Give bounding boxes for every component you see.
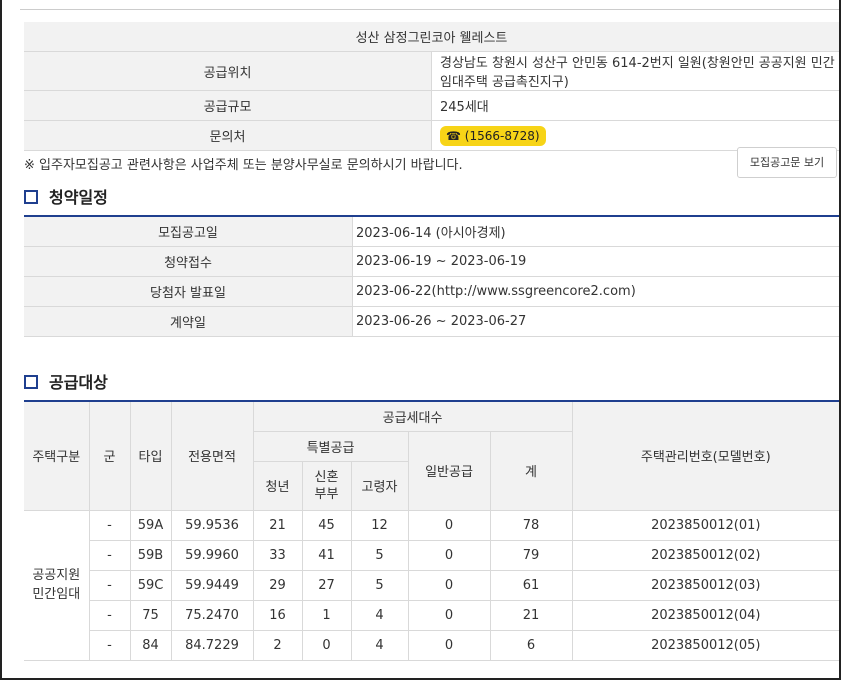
schedule-label: 당첨자 발표일 bbox=[24, 276, 353, 307]
schedule-label: 청약접수 bbox=[24, 246, 353, 277]
header-area: 전용면적 bbox=[170, 400, 254, 511]
table-row: 공공지원 민간임대 - 59A 59.9536 21 45 12 0 78 20… bbox=[24, 509, 840, 661]
table-row: - 59C 59.9449 29 27 5 0 61 2023850012(03… bbox=[24, 569, 840, 601]
schedule-row: 청약접수 2023-06-19 ~ 2023-06-19 bbox=[24, 246, 839, 277]
table-row: - 59B 59.9960 33 41 5 0 79 2023850012(02… bbox=[24, 539, 840, 571]
mgmt-no-cell: 2023850012(05) bbox=[571, 629, 840, 661]
group-cell: - bbox=[89, 599, 131, 631]
header-newlywed: 신혼 부부 bbox=[301, 460, 352, 511]
general-cell: 0 bbox=[407, 569, 491, 601]
square-bullet-icon bbox=[24, 189, 38, 204]
top-divider bbox=[20, 9, 839, 10]
type-cell: 75 bbox=[129, 599, 172, 631]
complex-info-table: 성산 삼정그린코아 웰레스트 공급위치 경상남도 창원시 성산구 안민동 614… bbox=[24, 22, 839, 151]
contact-phone-badge[interactable]: ☎ (1566-8728) bbox=[440, 125, 546, 146]
group-cell: - bbox=[88, 509, 131, 541]
header-total: 계 bbox=[489, 430, 573, 511]
schedule-value: 2023-06-14 (아시아경제) bbox=[352, 216, 839, 247]
area-cell: 59.9536 bbox=[170, 509, 254, 541]
newlywed-cell: 1 bbox=[301, 599, 352, 631]
info-label: 문의처 bbox=[24, 120, 432, 151]
elderly-cell: 4 bbox=[350, 629, 409, 661]
info-row: 문의처 ☎ (1566-8728) bbox=[24, 120, 839, 151]
schedule-row: 모집공고일 2023-06-14 (아시아경제) bbox=[24, 216, 839, 247]
schedule-table: 모집공고일 2023-06-14 (아시아경제) 청약접수 2023-06-19… bbox=[24, 215, 839, 337]
total-cell: 6 bbox=[489, 629, 573, 661]
newlywed-cell: 45 bbox=[301, 509, 352, 541]
youth-cell: 33 bbox=[252, 539, 303, 571]
newlywed-cell: 0 bbox=[301, 629, 352, 661]
header-special: 특별공급 bbox=[253, 430, 409, 462]
header-general: 일반공급 bbox=[407, 430, 491, 511]
info-row: 공급규모 245세대 bbox=[24, 90, 839, 121]
general-cell: 0 bbox=[407, 509, 491, 541]
youth-cell: 2 bbox=[252, 629, 303, 661]
schedule-label: 계약일 bbox=[24, 306, 353, 337]
elderly-cell: 5 bbox=[350, 569, 409, 601]
type-cell: 84 bbox=[129, 629, 172, 661]
header-group: 군 bbox=[88, 400, 131, 511]
newlywed-cell: 27 bbox=[301, 569, 352, 601]
contact-cell: ☎ (1566-8728) bbox=[431, 120, 839, 151]
info-row: 공급위치 경상남도 창원시 성산구 안민동 614-2번지 일원(창원안민 공공… bbox=[24, 51, 839, 91]
housing-type-cell: 공공지원 민간임대 bbox=[24, 509, 90, 661]
supply-table: 주택구분 군 타입 전용면적 공급세대수 주택관리번호(모델번호) 특별공급 일… bbox=[24, 400, 840, 661]
schedule-value: 2023-06-19 ~ 2023-06-19 bbox=[352, 246, 839, 277]
group-cell: - bbox=[89, 539, 131, 571]
info-value: 경상남도 창원시 성산구 안민동 614-2번지 일원(창원안민 공공지원 민간… bbox=[431, 51, 839, 91]
area-cell: 59.9960 bbox=[170, 539, 254, 571]
header-elderly: 고령자 bbox=[350, 460, 408, 511]
mgmt-no-cell: 2023850012(03) bbox=[571, 569, 840, 601]
mgmt-no-cell: 2023850012(04) bbox=[571, 599, 840, 631]
schedule-row: 당첨자 발표일 2023-06-22(http://www.ssgreencor… bbox=[24, 276, 839, 307]
complex-title: 성산 삼정그린코아 웰레스트 bbox=[24, 22, 839, 52]
type-cell: 59A bbox=[129, 509, 172, 541]
type-cell: 59C bbox=[129, 569, 172, 601]
mgmt-no-cell: 2023850012(01) bbox=[571, 509, 840, 541]
info-label: 공급위치 bbox=[24, 51, 432, 91]
total-cell: 79 bbox=[489, 539, 573, 571]
supply-title-text: 공급대상 bbox=[49, 373, 108, 392]
header-housing-type: 주택구분 bbox=[24, 400, 90, 511]
total-cell: 78 bbox=[489, 509, 573, 541]
group-cell: - bbox=[89, 629, 131, 661]
area-cell: 75.2470 bbox=[170, 599, 254, 631]
schedule-row: 계약일 2023-06-26 ~ 2023-06-27 bbox=[24, 306, 839, 337]
total-cell: 21 bbox=[489, 599, 573, 631]
square-bullet-icon bbox=[24, 374, 38, 389]
elderly-cell: 12 bbox=[350, 509, 409, 541]
notice-text: ※ 입주자모집공고 관련사항은 사업주체 또는 분양사무실로 문의하시기 바랍니… bbox=[24, 158, 463, 173]
elderly-cell: 5 bbox=[350, 539, 409, 571]
total-cell: 61 bbox=[489, 569, 573, 601]
youth-cell: 29 bbox=[252, 569, 303, 601]
group-cell: - bbox=[89, 569, 131, 601]
info-value: 245세대 bbox=[431, 90, 839, 121]
schedule-value: 2023-06-26 ~ 2023-06-27 bbox=[352, 306, 839, 337]
youth-cell: 16 bbox=[252, 599, 303, 631]
schedule-value: 2023-06-22(http://www.ssgreencore2.com) bbox=[352, 276, 839, 307]
schedule-section-title: 청약일정 bbox=[24, 184, 108, 208]
general-cell: 0 bbox=[407, 629, 491, 661]
area-cell: 59.9449 bbox=[170, 569, 254, 601]
header-type: 타입 bbox=[129, 400, 172, 511]
area-cell: 84.7229 bbox=[170, 629, 254, 661]
mgmt-no-cell: 2023850012(02) bbox=[571, 539, 840, 571]
header-youth: 청년 bbox=[253, 460, 303, 511]
header-supply-count: 공급세대수 bbox=[252, 400, 573, 432]
type-cell: 59B bbox=[129, 539, 172, 571]
view-notice-button[interactable]: 모집공고문 보기 bbox=[737, 147, 837, 178]
header-mgmt-no: 주택관리번호(모델번호) bbox=[571, 400, 840, 511]
schedule-label: 모집공고일 bbox=[24, 216, 353, 247]
youth-cell: 21 bbox=[252, 509, 303, 541]
table-row: - 84 84.7229 2 0 4 0 6 2023850012(05) bbox=[24, 629, 840, 661]
schedule-title-text: 청약일정 bbox=[49, 188, 108, 207]
general-cell: 0 bbox=[407, 539, 491, 571]
info-label: 공급규모 bbox=[24, 90, 432, 121]
general-cell: 0 bbox=[407, 599, 491, 631]
table-row: - 75 75.2470 16 1 4 0 21 2023850012(04) bbox=[24, 599, 840, 631]
newlywed-cell: 41 bbox=[301, 539, 352, 571]
supply-section-title: 공급대상 bbox=[24, 369, 108, 393]
elderly-cell: 4 bbox=[350, 599, 409, 631]
